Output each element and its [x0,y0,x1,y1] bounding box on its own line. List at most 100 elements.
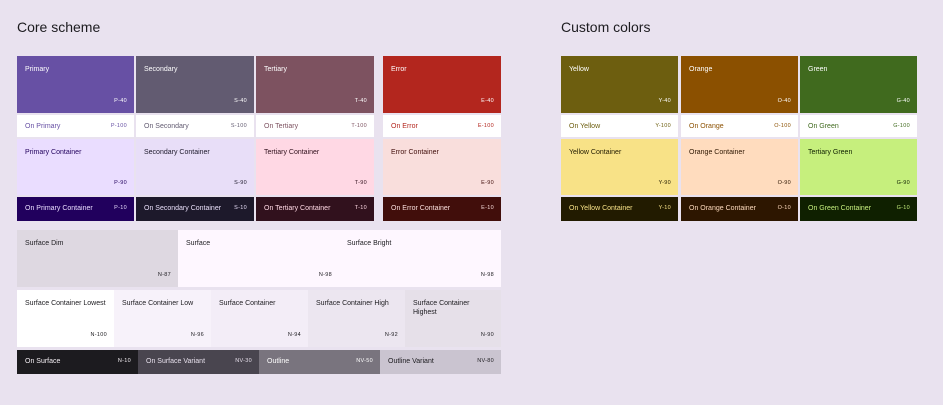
swatch-label: Error [391,66,407,73]
swatch-label: Orange Container [689,149,745,156]
swatch-on-surface-variant[interactable]: On Surface Variant NV-30 [138,350,259,374]
swatch-secondary[interactable]: Secondary S-40 [136,56,254,113]
swatch-label: Secondary [144,66,178,73]
swatch-token: G-100 [893,123,910,129]
swatch-error[interactable]: Error E-40 [383,56,501,113]
swatch-on-surface[interactable]: On Surface N-10 [17,350,138,374]
swatch-token: O-100 [774,123,791,129]
custom-colors-title: Custom colors [561,19,651,35]
swatch-label: Surface Dim [25,240,64,247]
swatch-label: On Error Container [391,205,451,212]
swatch-label: Green [808,66,828,73]
swatch-token: E-40 [481,98,494,104]
swatch-label: On Green Container [808,205,872,212]
swatch-token: Y-100 [655,123,671,129]
swatch-on-secondary-container[interactable]: On Secondary Container S-10 [136,197,254,221]
swatch-on-tertiary[interactable]: On Tertiary T-100 [256,115,374,137]
swatch-label: On Secondary Container [144,205,222,212]
swatch-tertiary-green[interactable]: Tertiary Green G-90 [800,139,917,195]
swatch-error-container[interactable]: Error Container E-90 [383,139,501,195]
swatch-on-orange-container[interactable]: On Orange Container O-10 [681,197,798,221]
swatch-token: N-92 [384,332,398,338]
swatch-label: Surface Container Lowest [25,300,106,307]
swatch-token: T-10 [354,205,367,211]
swatch-surface[interactable]: Surface N-98 [178,230,339,287]
swatch-token: N-10 [117,358,131,364]
swatch-token: G-40 [896,98,910,104]
swatch-token: P-100 [110,123,127,129]
swatch-surface-dim[interactable]: Surface Dim N-87 [17,230,178,287]
swatch-token: N-87 [157,272,171,278]
swatch-label: Secondary Container [144,149,210,156]
swatch-token: S-90 [234,180,247,186]
swatch-token: O-40 [777,98,791,104]
swatch-surface-bright[interactable]: Surface Bright N-98 [339,230,501,287]
swatch-label: On Orange Container [689,205,756,212]
swatch-token: N-94 [287,332,301,338]
swatch-token: T-100 [351,123,367,129]
swatch-surface-container-highest[interactable]: Surface Container Highest N-90 [405,290,501,347]
swatch-token: N-98 [318,272,332,278]
swatch-label: Surface Container Highest [413,300,470,316]
swatch-outline-variant[interactable]: Outline Variant NV-80 [380,350,501,374]
swatch-label: On Primary Container [25,205,93,212]
swatch-on-primary-container[interactable]: On Primary Container P-10 [17,197,134,221]
swatch-orange-container[interactable]: Orange Container O-90 [681,139,798,195]
swatch-label: Tertiary Container [264,149,320,156]
swatch-on-tertiary-container[interactable]: On Tertiary Container T-10 [256,197,374,221]
swatch-label: Surface Container High [316,300,389,307]
swatch-token: N-90 [480,332,494,338]
swatch-token: S-100 [230,123,247,129]
swatch-surface-container-lowest[interactable]: Surface Container Lowest N-100 [17,290,114,347]
swatch-primary[interactable]: Primary P-40 [17,56,134,113]
swatch-label: Surface Container [219,300,276,307]
swatch-token: Y-40 [658,98,671,104]
swatch-primary-container[interactable]: Primary Container P-90 [17,139,134,195]
swatch-token: E-90 [481,180,494,186]
swatch-token: S-10 [234,205,247,211]
swatch-yellow-container[interactable]: Yellow Container Y-90 [561,139,678,195]
swatch-label: Tertiary [264,66,287,73]
swatch-token: O-10 [777,205,791,211]
swatch-on-error-container[interactable]: On Error Container E-10 [383,197,501,221]
swatch-label: Primary [25,66,50,73]
swatch-token: N-100 [90,332,107,338]
swatch-label: On Tertiary Container [264,205,331,212]
swatch-on-green[interactable]: On Green G-100 [800,115,917,137]
swatch-label: On Yellow Container [569,205,633,212]
swatch-on-primary[interactable]: On Primary P-100 [17,115,134,137]
swatch-token: NV-80 [477,358,494,364]
swatch-on-error[interactable]: On Error E-100 [383,115,501,137]
swatch-surface-container[interactable]: Surface Container N-94 [211,290,308,347]
swatch-token: NV-50 [356,358,373,364]
swatch-on-green-container[interactable]: On Green Container G-10 [800,197,917,221]
swatch-surface-container-high[interactable]: Surface Container High N-92 [308,290,405,347]
swatch-surface-container-low[interactable]: Surface Container Low N-96 [114,290,211,347]
swatch-tertiary-container[interactable]: Tertiary Container T-90 [256,139,374,195]
swatch-token: P-90 [114,180,127,186]
swatch-token: E-100 [477,123,494,129]
core-scheme-title: Core scheme [17,19,101,35]
swatch-token: G-10 [896,205,910,211]
swatch-token: E-10 [481,205,494,211]
swatch-on-yellow-container[interactable]: On Yellow Container Y-10 [561,197,678,221]
swatch-label: On Surface [25,358,61,365]
swatch-token: T-40 [354,98,367,104]
swatch-outline[interactable]: Outline NV-50 [259,350,380,374]
swatch-green[interactable]: Green G-40 [800,56,917,113]
swatch-token: P-40 [114,98,127,104]
swatch-orange[interactable]: Orange O-40 [681,56,798,113]
swatch-label: Orange [689,66,713,73]
swatch-label: Primary Container [25,149,82,156]
swatch-label: Tertiary Green [808,149,853,156]
swatch-on-secondary[interactable]: On Secondary S-100 [136,115,254,137]
swatch-on-orange[interactable]: On Orange O-100 [681,115,798,137]
swatch-tertiary[interactable]: Tertiary T-40 [256,56,374,113]
swatch-token: NV-30 [235,358,252,364]
swatch-token: T-90 [354,180,367,186]
swatch-secondary-container[interactable]: Secondary Container S-90 [136,139,254,195]
swatch-on-yellow[interactable]: On Yellow Y-100 [561,115,678,137]
swatch-token: O-90 [777,180,791,186]
swatch-label: Yellow [569,66,589,73]
swatch-yellow[interactable]: Yellow Y-40 [561,56,678,113]
